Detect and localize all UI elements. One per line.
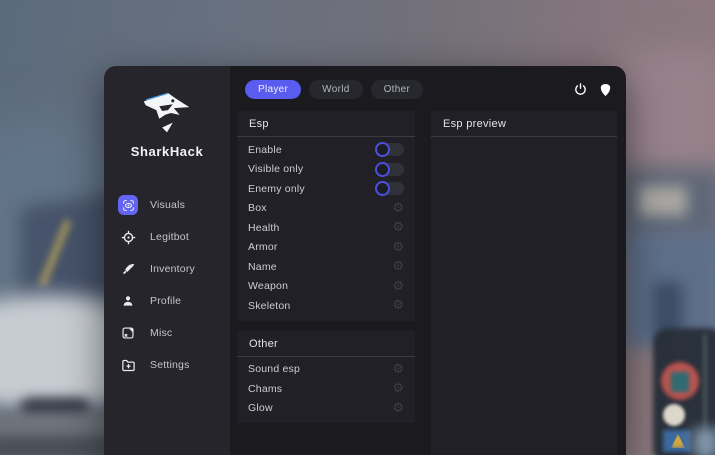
option-row[interactable]: Skeleton ⚙ xyxy=(237,296,415,316)
topbar: Player World Other xyxy=(230,66,626,99)
bg-building xyxy=(615,50,715,180)
option-label: Enable xyxy=(248,144,376,156)
section-title: Esp xyxy=(237,111,415,137)
toggle-knob xyxy=(375,142,390,157)
option-row[interactable]: Box ⚙ xyxy=(237,199,415,219)
tab[interactable]: World xyxy=(309,80,362,99)
toggle-switch[interactable] xyxy=(376,182,404,195)
sidebar-item-visuals[interactable]: Visuals xyxy=(104,189,230,221)
logo-block: SharkHack xyxy=(104,66,230,159)
bg-crate xyxy=(639,186,687,216)
sidebar-item-misc[interactable]: Misc xyxy=(104,317,230,349)
sidebar-item-label: Inventory xyxy=(150,263,195,275)
sidebar-item-label: Misc xyxy=(150,327,172,339)
sidebar-item-label: Profile xyxy=(150,295,181,307)
main-area: Player World Other xyxy=(230,66,626,455)
option-label: Visible only xyxy=(248,163,376,175)
option-label: Sound esp xyxy=(248,363,392,375)
sidebar-item-label: Visuals xyxy=(150,199,185,211)
option-row[interactable]: Enemy only ⚙ xyxy=(237,179,415,199)
crosshair-icon xyxy=(118,227,138,247)
esp-preview-panel: Esp preview xyxy=(431,111,617,455)
bg-sticker-clock xyxy=(663,404,685,426)
option-label: Glow xyxy=(248,402,392,414)
option-row[interactable]: Enable ⚙ xyxy=(237,140,415,160)
section-other: Other Sound esp ⚙ Ch xyxy=(237,331,415,424)
options-column: Esp Enable ⚙ Visible xyxy=(237,111,415,423)
option-label: Skeleton xyxy=(248,300,392,312)
option-label: Armor xyxy=(248,241,392,253)
tab-bar: Player World Other xyxy=(245,80,423,99)
option-label: Enemy only xyxy=(248,183,376,195)
shield-icon[interactable] xyxy=(598,82,613,98)
content: Esp Enable ⚙ Visible xyxy=(230,99,626,455)
folder-plus-icon xyxy=(118,355,138,375)
option-label: Weapon xyxy=(248,280,392,292)
option-label: Box xyxy=(248,202,392,214)
option-label: Health xyxy=(248,222,392,234)
option-row[interactable]: Weapon ⚙ xyxy=(237,277,415,297)
screen: SharkHack Visuals xyxy=(0,0,715,455)
gear-icon[interactable]: ⚙ xyxy=(392,280,404,293)
gear-icon[interactable]: ⚙ xyxy=(392,402,404,415)
toggle-knob xyxy=(375,162,390,177)
section-rows: Sound esp ⚙ Chams ⚙ xyxy=(237,357,415,424)
bg-corner-light xyxy=(693,428,715,455)
gear-icon[interactable]: ⚙ xyxy=(392,363,404,376)
section-rows: Enable ⚙ Visible only ⚙ xyxy=(237,137,415,321)
toggle-switch[interactable] xyxy=(376,163,404,176)
tab[interactable]: Player xyxy=(245,80,301,99)
sidebar-item-inventory[interactable]: Inventory xyxy=(104,253,230,285)
section-esp: Esp Enable ⚙ Visible xyxy=(237,111,415,321)
gear-icon[interactable]: ⚙ xyxy=(392,221,404,234)
option-row[interactable]: Visible only ⚙ xyxy=(237,160,415,180)
sidebar-menu: Visuals Legitbot xyxy=(104,189,230,381)
gear-icon[interactable]: ⚙ xyxy=(392,299,404,312)
section-title: Other xyxy=(237,331,415,357)
gear-icon[interactable]: ⚙ xyxy=(392,382,404,395)
sidebar-item-settings[interactable]: Settings xyxy=(104,349,230,381)
knife-icon xyxy=(118,259,138,279)
topbar-icons xyxy=(573,82,613,98)
power-icon[interactable] xyxy=(573,82,588,97)
option-row[interactable]: Armor ⚙ xyxy=(237,238,415,258)
option-row[interactable]: Glow ⚙ xyxy=(237,399,415,419)
esp-preview-title: Esp preview xyxy=(431,111,617,137)
sidebar-item-label: Legitbot xyxy=(150,231,189,243)
option-label: Name xyxy=(248,261,392,273)
shark-logo-icon xyxy=(136,86,198,138)
tab[interactable]: Other xyxy=(371,80,424,99)
sidebar: SharkHack Visuals xyxy=(104,66,230,455)
gear-icon[interactable]: ⚙ xyxy=(392,241,404,254)
eye-scan-icon xyxy=(118,195,138,215)
option-row[interactable]: Chams ⚙ xyxy=(237,379,415,399)
option-row[interactable]: Health ⚙ xyxy=(237,218,415,238)
sidebar-item-label: Settings xyxy=(150,359,190,371)
option-row[interactable]: Name ⚙ xyxy=(237,257,415,277)
sidebar-item-profile[interactable]: Profile xyxy=(104,285,230,317)
toggle-knob xyxy=(375,181,390,196)
cheat-window: SharkHack Visuals xyxy=(104,66,626,455)
option-label: Chams xyxy=(248,383,392,395)
brand-title: SharkHack xyxy=(131,144,204,159)
sidebar-item-legitbot[interactable]: Legitbot xyxy=(104,221,230,253)
bg-sticker-teal xyxy=(671,372,689,392)
gear-icon[interactable]: ⚙ xyxy=(392,202,404,215)
image-icon xyxy=(118,323,138,343)
option-row[interactable]: Sound esp ⚙ xyxy=(237,360,415,380)
person-icon xyxy=(118,291,138,311)
gear-icon[interactable]: ⚙ xyxy=(392,260,404,273)
toggle-switch[interactable] xyxy=(376,143,404,156)
